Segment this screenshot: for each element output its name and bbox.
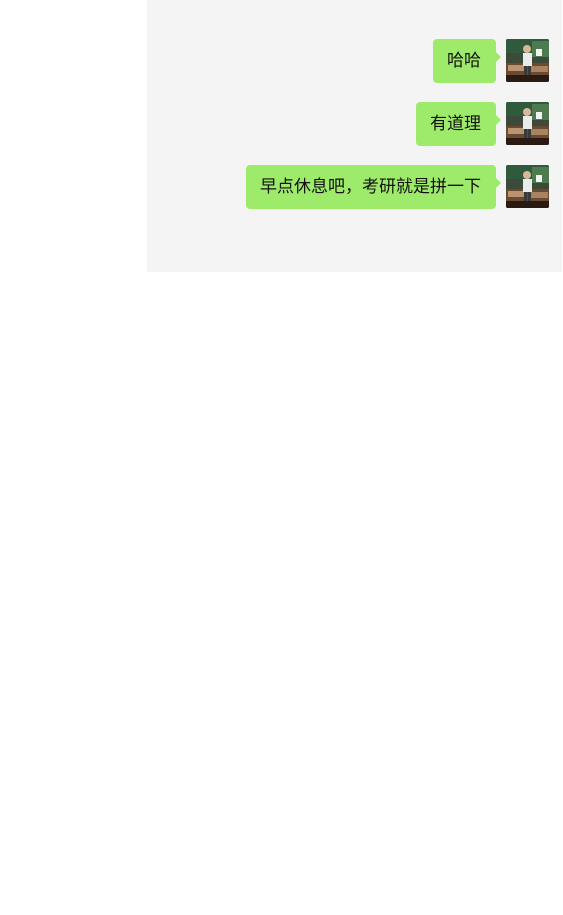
message-bubble[interactable]: 有道理 [416,102,501,146]
message-row: 早点休息吧，考研就是拼一下 [246,165,549,209]
message-bubble[interactable]: 早点休息吧，考研就是拼一下 [246,165,501,209]
user-avatar-icon[interactable] [506,102,549,145]
user-avatar-icon[interactable] [506,39,549,82]
message-bubble[interactable]: 哈哈 [433,39,501,83]
conversation-list-pane [0,0,147,272]
message-row: 有道理 [416,102,549,146]
user-avatar-icon[interactable] [506,165,549,208]
message-row: 哈哈 [433,39,549,83]
chat-window: 哈哈 有道理 早点休息吧，考研就是拼一下 [0,0,563,915]
message-list[interactable]: 哈哈 有道理 早点休息吧，考研就是拼一下 [147,0,562,272]
